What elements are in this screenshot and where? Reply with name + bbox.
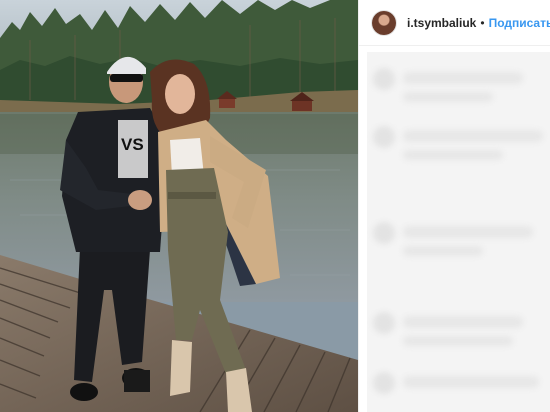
blurred-line bbox=[403, 92, 493, 102]
blurred-line bbox=[403, 376, 539, 388]
instagram-post-embed: VS i.tsymbaliuk • Подписат bbox=[0, 0, 550, 412]
separator-dot: • bbox=[480, 15, 485, 30]
blurred-line bbox=[403, 336, 513, 346]
blurred-comments-area bbox=[367, 52, 550, 412]
post-photo[interactable]: VS bbox=[0, 0, 358, 412]
blurred-avatar bbox=[373, 68, 395, 90]
post-side-panel: i.tsymbaliuk • Подписаться bbox=[358, 0, 550, 412]
user-avatar[interactable] bbox=[372, 10, 396, 35]
post-header: i.tsymbaliuk • Подписаться bbox=[359, 0, 550, 46]
blurred-line bbox=[403, 130, 543, 142]
follow-button[interactable]: Подписаться bbox=[489, 16, 550, 30]
blurred-line bbox=[403, 226, 533, 238]
blurred-avatar bbox=[373, 222, 395, 244]
blurred-line bbox=[403, 72, 523, 84]
post-photo-image: VS bbox=[0, 0, 358, 412]
blurred-line bbox=[403, 246, 483, 256]
blurred-avatar bbox=[373, 126, 395, 148]
blurred-avatar bbox=[373, 372, 395, 394]
svg-text:VS: VS bbox=[121, 135, 144, 154]
blurred-line bbox=[403, 150, 503, 160]
blurred-line bbox=[403, 316, 523, 328]
blurred-avatar bbox=[373, 312, 395, 334]
username-link[interactable]: i.tsymbaliuk bbox=[407, 16, 476, 30]
